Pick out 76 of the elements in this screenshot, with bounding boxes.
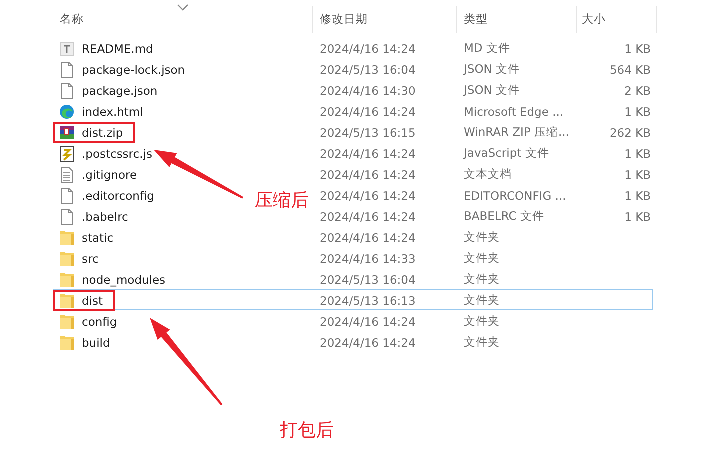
file-type: BABELRC 文件 [463, 209, 546, 224]
file-icon [59, 144, 75, 162]
file-name: .babelrc [82, 210, 128, 224]
file-icon [59, 82, 75, 100]
file-type: MD 文件 [463, 41, 512, 56]
file-type: JSON 文件 [462, 83, 522, 98]
file-size: 262 KB [608, 126, 652, 140]
modified-date: 2024/5/13 16:04 [319, 272, 417, 286]
file-size: 1 KB [624, 168, 652, 182]
file-name: package-lock.json [82, 62, 186, 76]
modified-date: 2024/4/16 14:24 [319, 104, 417, 118]
file-type: 文件夹 [463, 335, 501, 350]
annotation-label: 压缩后 [255, 189, 309, 212]
file-size: 1 KB [624, 42, 652, 56]
modified-date: 2024/5/13 16:13 [319, 294, 417, 308]
column-header[interactable]: 大小 [577, 6, 657, 33]
file-size: 1 KB [624, 210, 652, 224]
file-type: 文件夹 [463, 230, 501, 245]
folder-icon [59, 250, 75, 268]
file-icon [59, 166, 75, 184]
file-type: EDITORCONFIG ... [463, 188, 568, 202]
file-type: 文件夹 [463, 272, 501, 287]
modified-date: 2024/4/16 14:24 [319, 210, 417, 224]
folder-icon [59, 228, 75, 246]
file-type: JavaScript 文件 [462, 146, 550, 161]
file-type: WinRAR ZIP 压缩... [463, 125, 570, 140]
column-header[interactable]: 修改日期 [313, 6, 457, 33]
file-name: config [82, 314, 118, 328]
file-name: dist.zip [82, 126, 124, 140]
folder-icon [59, 270, 75, 288]
folder-icon [59, 312, 75, 330]
file-name: package.json [82, 84, 158, 98]
file-type: JSON 文件 [462, 62, 522, 77]
modified-date: 2024/5/13 16:15 [319, 126, 417, 140]
file-name: build [82, 336, 110, 350]
file-name: node_modules [82, 272, 166, 286]
modified-date: 2024/4/16 14:33 [319, 252, 417, 266]
file-icon [59, 208, 75, 226]
modified-date: 2024/4/16 14:30 [319, 84, 417, 98]
file-name: README.md [82, 42, 154, 56]
file-name: static [82, 230, 114, 244]
file-name: index.html [82, 104, 144, 118]
file-type: 文件夹 [463, 293, 501, 308]
folder-icon [59, 292, 75, 310]
folder-icon [59, 334, 75, 352]
file-type: 文本文档 [463, 167, 513, 182]
file-name: .editorconfig [82, 188, 154, 202]
modified-date: 2024/4/16 14:24 [319, 336, 417, 350]
file-size: 2 KB [624, 84, 652, 98]
modified-date: 2024/4/16 14:24 [319, 168, 417, 182]
file-type: 文件夹 [463, 314, 501, 329]
file-size: 564 KB [608, 62, 652, 76]
file-icon [59, 40, 75, 58]
browser-icon [59, 102, 75, 120]
file-size: 1 KB [624, 104, 652, 118]
file-name: .gitignore [82, 168, 138, 182]
modified-date: 2024/4/16 14:24 [319, 146, 417, 160]
file-type: 文件夹 [463, 251, 501, 266]
file-type: Microsoft Edge ... [463, 104, 565, 118]
modified-date: 2024/4/16 14:24 [319, 314, 417, 328]
modified-date: 2024/5/13 16:04 [319, 62, 417, 76]
file-icon [59, 186, 75, 204]
modified-date: 2024/4/16 14:24 [319, 42, 417, 56]
column-header[interactable]: 类型 [457, 6, 577, 33]
modified-date: 2024/4/16 14:24 [319, 230, 417, 244]
file-icon [59, 60, 75, 78]
file-name: dist [82, 294, 103, 308]
file-size: 1 KB [624, 146, 652, 160]
archive-icon [59, 124, 75, 142]
column-header[interactable]: 名称 [53, 6, 313, 33]
modified-date: 2024/4/16 14:24 [319, 188, 417, 202]
sort-caret-icon [177, 4, 189, 11]
annotation-label: 打包后 [280, 419, 334, 442]
file-name: .postcssrc.js [82, 146, 152, 160]
file-name: src [82, 252, 99, 266]
file-size: 1 KB [624, 188, 652, 202]
